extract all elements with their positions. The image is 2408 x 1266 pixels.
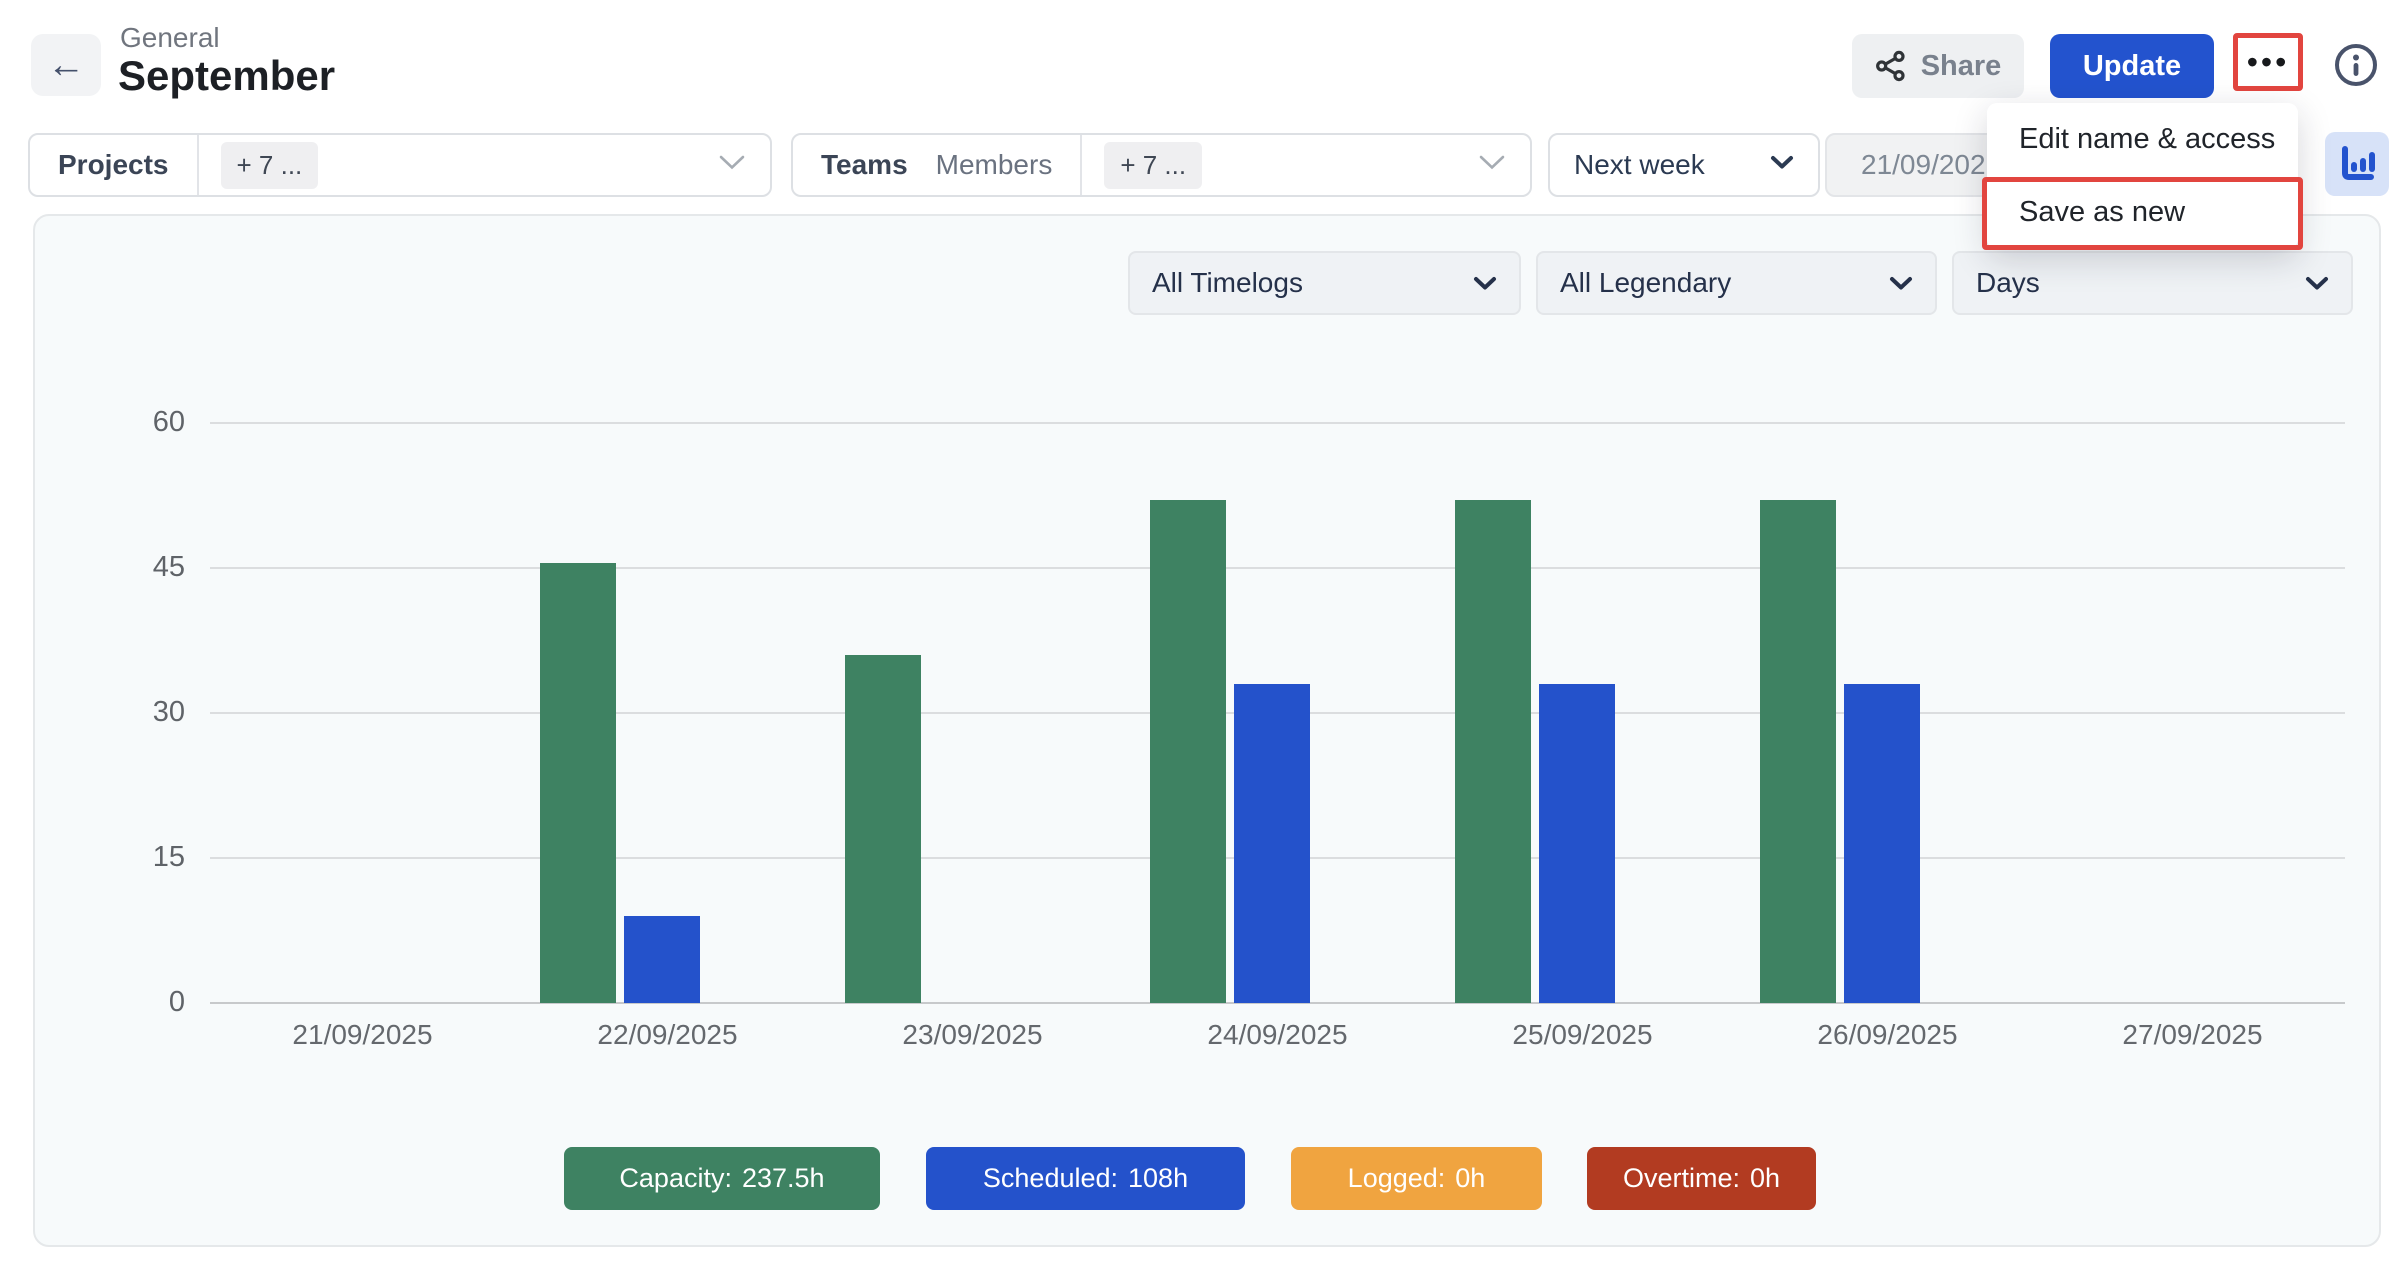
legend-overtime-value: 0h: [1750, 1163, 1780, 1194]
share-icon: [1875, 50, 1907, 82]
teams-selected-chip[interactable]: + 7 ...: [1104, 142, 1202, 189]
chevron-down-icon: [2305, 267, 2329, 299]
share-button-label: Share: [1921, 50, 2002, 83]
gridline-60: [210, 422, 2345, 424]
breadcrumb: General: [120, 22, 220, 54]
legend-capacity-button[interactable]: Capacity: 237.5h: [564, 1147, 880, 1210]
bar-capacity-24/09/2025[interactable]: [1150, 500, 1226, 1003]
date-range-preset-value: Next week: [1550, 149, 1705, 181]
legendary-dropdown-value: All Legendary: [1560, 267, 1731, 299]
x-axis-label: 27/09/2025: [2122, 1019, 2262, 1051]
gridline-45: [210, 567, 2345, 569]
bar-scheduled-22/09/2025[interactable]: [624, 916, 700, 1003]
legend-overtime-button[interactable]: Overtime: 0h: [1587, 1147, 1816, 1210]
granularity-dropdown-value: Days: [1976, 267, 2040, 299]
x-axis-label: 24/09/2025: [1207, 1019, 1347, 1051]
legendary-dropdown[interactable]: All Legendary: [1536, 251, 1937, 315]
legend-logged-label: Logged:: [1348, 1163, 1446, 1194]
menu-item-save-as-new[interactable]: Save as new: [1987, 176, 2298, 249]
chevron-down-icon: [1889, 267, 1913, 299]
more-options-button[interactable]: •••: [2233, 33, 2303, 91]
x-axis-label: 23/09/2025: [902, 1019, 1042, 1051]
legend-scheduled-button[interactable]: Scheduled: 108h: [926, 1147, 1245, 1210]
back-button[interactable]: ←: [31, 34, 101, 96]
x-axis-label: 22/09/2025: [597, 1019, 737, 1051]
divider: [1080, 135, 1082, 195]
teams-tab-label[interactable]: Teams: [793, 149, 908, 181]
legend-capacity-label: Capacity:: [619, 1163, 732, 1194]
y-axis-tick-label: 0: [85, 986, 185, 1019]
projects-selected-chip[interactable]: + 7 ...: [221, 142, 319, 189]
members-tab-label[interactable]: Members: [936, 149, 1053, 181]
x-axis-label: 26/09/2025: [1817, 1019, 1957, 1051]
back-arrow-icon: ←: [47, 44, 85, 87]
bar-capacity-23/09/2025[interactable]: [845, 655, 921, 1003]
context-menu: Edit name & access Save as new: [1987, 103, 2298, 249]
timelogs-dropdown-value: All Timelogs: [1152, 267, 1303, 299]
chevron-down-icon: [1478, 154, 1506, 176]
teams-filter-dropdown[interactable]: Teams Members + 7 ...: [791, 133, 1532, 197]
y-axis-tick-label: 60: [85, 406, 185, 439]
bar-chart-icon: [2336, 143, 2378, 185]
bar-capacity-25/09/2025[interactable]: [1455, 500, 1531, 1003]
page-title: September: [118, 52, 335, 100]
y-axis-tick-label: 30: [85, 696, 185, 729]
update-button[interactable]: Update: [2050, 34, 2214, 98]
bar-capacity-26/09/2025[interactable]: [1760, 500, 1836, 1003]
legend-scheduled-label: Scheduled:: [983, 1163, 1118, 1194]
chevron-down-icon: [718, 154, 746, 176]
bar-scheduled-24/09/2025[interactable]: [1234, 684, 1310, 1003]
menu-item-edit-name-access[interactable]: Edit name & access: [1987, 103, 2298, 176]
legend-overtime-label: Overtime:: [1623, 1163, 1740, 1194]
bar-scheduled-26/09/2025[interactable]: [1844, 684, 1920, 1003]
plot-area: 60453015021/09/202522/09/202523/09/20252…: [210, 423, 2345, 1003]
date-range-preset-dropdown[interactable]: Next week: [1548, 133, 1820, 197]
projects-filter-label: Projects: [30, 149, 169, 181]
divider: [197, 135, 199, 195]
bar-capacity-22/09/2025[interactable]: [540, 563, 616, 1003]
x-axis-label: 21/09/2025: [292, 1019, 432, 1051]
timelogs-dropdown[interactable]: All Timelogs: [1128, 251, 1521, 315]
bar-scheduled-25/09/2025[interactable]: [1539, 684, 1615, 1003]
legend-logged-value: 0h: [1455, 1163, 1485, 1194]
chart-view-button[interactable]: [2325, 132, 2389, 196]
x-axis-label: 25/09/2025: [1512, 1019, 1652, 1051]
legend-scheduled-value: 108h: [1128, 1163, 1188, 1194]
info-button[interactable]: [2333, 42, 2379, 88]
chevron-down-icon: [1473, 267, 1497, 299]
projects-filter-dropdown[interactable]: Projects + 7 ...: [28, 133, 772, 197]
legend-logged-button[interactable]: Logged: 0h: [1291, 1147, 1542, 1210]
y-axis-tick-label: 15: [85, 841, 185, 874]
info-icon: [2333, 42, 2379, 88]
y-axis-tick-label: 45: [85, 551, 185, 584]
chevron-down-icon: [1770, 155, 1794, 176]
share-button[interactable]: Share: [1852, 34, 2024, 98]
date-range-value: 21/09/202: [1861, 149, 1986, 181]
legend-capacity-value: 237.5h: [742, 1163, 825, 1194]
granularity-dropdown[interactable]: Days: [1952, 251, 2353, 315]
resource-scheduler-page: ← General September Share Update ••• Pr: [0, 0, 2408, 1266]
